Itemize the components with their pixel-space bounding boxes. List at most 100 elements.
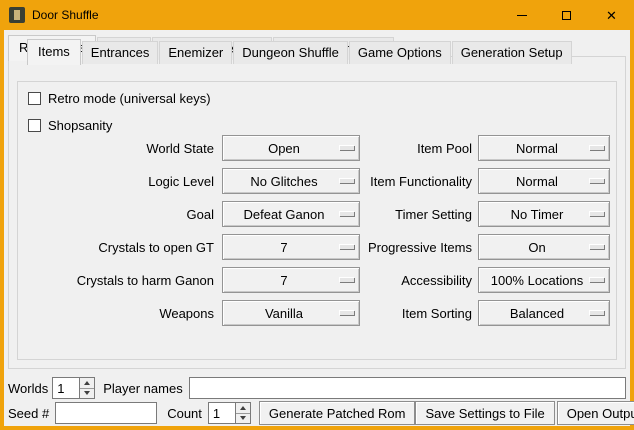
timer-setting-label: Timer Setting — [360, 207, 472, 222]
field-row: Goal Defeat Ganon Timer Setting No Timer — [18, 200, 616, 228]
crystals-harm-ganon-label: Crystals to harm Ganon — [18, 273, 214, 288]
worlds-label: Worlds — [8, 381, 48, 396]
window-content: Randomize Adjust Starting Inventory Cust… — [4, 30, 630, 426]
item-functionality-dropdown[interactable]: Normal — [478, 168, 610, 194]
dropdown-value: 100% Locations — [491, 273, 598, 288]
world-state-dropdown[interactable]: Open — [222, 135, 360, 161]
field-row: Crystals to harm Ganon 7 Accessibility 1… — [18, 266, 616, 294]
crystals-open-gt-dropdown[interactable]: 7 — [222, 234, 360, 260]
crystals-harm-ganon-dropdown[interactable]: 7 — [222, 267, 360, 293]
dropdown-value: Vanilla — [265, 306, 317, 321]
maximize-button[interactable] — [544, 0, 589, 30]
dropdown-value: Normal — [516, 141, 572, 156]
field-row: Weapons Vanilla Item Sorting Balanced — [18, 299, 616, 327]
titlebar: Door Shuffle ✕ — [0, 0, 634, 30]
count-label: Count — [167, 406, 202, 421]
logic-level-label: Logic Level — [18, 174, 214, 189]
dropdown-indicator-icon — [339, 244, 354, 249]
dropdown-value: No Glitches — [250, 174, 331, 189]
dropdown-value: No Timer — [511, 207, 578, 222]
item-pool-label: Item Pool — [360, 141, 472, 156]
dropdown-value: 7 — [280, 240, 301, 255]
tab-entrances[interactable]: Entrances — [82, 41, 159, 64]
shopsanity-label: Shopsanity — [48, 118, 112, 133]
dropdown-indicator-icon — [339, 211, 354, 216]
progressive-items-dropdown[interactable]: On — [478, 234, 610, 260]
logic-level-dropdown[interactable]: No Glitches — [222, 168, 360, 194]
field-row: Logic Level No Glitches Item Functionali… — [18, 167, 616, 195]
player-names-label: Player names — [103, 381, 182, 396]
goal-label: Goal — [18, 207, 214, 222]
dropdown-indicator-icon — [339, 310, 354, 315]
spin-down-button[interactable] — [80, 389, 94, 399]
world-state-label: World State — [18, 141, 214, 156]
tab-items[interactable]: Items — [27, 39, 81, 65]
dropdown-indicator-icon — [589, 310, 604, 315]
field-row: World State Open Item Pool Normal — [18, 134, 616, 162]
accessibility-label: Accessibility — [360, 273, 472, 288]
progressive-items-label: Progressive Items — [360, 240, 472, 255]
player-names-input[interactable] — [189, 377, 626, 399]
item-sorting-dropdown[interactable]: Balanced — [478, 300, 610, 326]
item-sorting-label: Item Sorting — [360, 306, 472, 321]
app-window: Door Shuffle ✕ Randomize Adjust Starting… — [0, 0, 634, 430]
goal-dropdown[interactable]: Defeat Ganon — [222, 201, 360, 227]
dropdown-indicator-icon — [589, 178, 604, 183]
worlds-input[interactable] — [52, 377, 79, 399]
dropdown-value: Defeat Ganon — [244, 207, 339, 222]
tab-enemizer[interactable]: Enemizer — [159, 41, 232, 64]
crystals-open-gt-label: Crystals to open GT — [18, 240, 214, 255]
dropdown-indicator-icon — [589, 211, 604, 216]
dropdown-indicator-icon — [589, 244, 604, 249]
accessibility-dropdown[interactable]: 100% Locations — [478, 267, 610, 293]
items-pane: Retro mode (universal keys) Shopsanity W… — [17, 81, 617, 360]
arrow-down-icon — [240, 416, 246, 420]
item-pool-dropdown[interactable]: Normal — [478, 135, 610, 161]
shopsanity-row: Shopsanity — [28, 115, 112, 135]
worlds-spin-buttons — [79, 377, 95, 399]
dropdown-value: On — [528, 240, 559, 255]
item-functionality-label: Item Functionality — [360, 174, 472, 189]
dropdown-indicator-icon — [589, 277, 604, 282]
spin-up-button[interactable] — [80, 378, 94, 389]
minimize-button[interactable] — [499, 0, 544, 30]
weapons-dropdown[interactable]: Vanilla — [222, 300, 360, 326]
count-spin-buttons — [235, 402, 251, 424]
field-row: Crystals to open GT 7 Progressive Items … — [18, 233, 616, 261]
save-settings-button[interactable]: Save Settings to File — [415, 401, 554, 425]
arrow-up-icon — [240, 406, 246, 410]
tab-game-options[interactable]: Game Options — [349, 41, 451, 64]
retro-mode-label: Retro mode (universal keys) — [48, 91, 211, 106]
spin-down-button[interactable] — [236, 414, 250, 424]
generate-patched-rom-button[interactable]: Generate Patched Rom — [259, 401, 416, 425]
minimize-icon — [517, 15, 527, 16]
close-button[interactable]: ✕ — [589, 0, 634, 30]
tab-dungeon-shuffle[interactable]: Dungeon Shuffle — [233, 41, 348, 64]
dropdown-indicator-icon — [339, 178, 354, 183]
worlds-row: Worlds Player names — [8, 376, 626, 400]
tab-generation-setup[interactable]: Generation Setup — [452, 41, 572, 64]
worlds-stepper — [52, 377, 95, 399]
count-input[interactable] — [208, 402, 235, 424]
retro-mode-checkbox[interactable] — [28, 92, 41, 105]
open-output-directory-button[interactable]: Open Output Directory — [557, 401, 634, 425]
app-icon — [9, 7, 25, 23]
spin-up-button[interactable] — [236, 403, 250, 414]
generate-row: Seed # Count Generate Patched Rom Save S… — [8, 401, 626, 425]
window-title: Door Shuffle — [32, 8, 99, 22]
retro-mode-row: Retro mode (universal keys) — [28, 88, 211, 108]
dropdown-value: Balanced — [510, 306, 578, 321]
sub-tabbar: Items Entrances Enemizer Dungeon Shuffle… — [27, 39, 573, 64]
randomize-pane: Items Entrances Enemizer Dungeon Shuffle… — [8, 56, 626, 369]
weapons-label: Weapons — [18, 306, 214, 321]
dropdown-value: Open — [268, 141, 314, 156]
seed-input[interactable] — [55, 402, 157, 424]
dropdown-indicator-icon — [339, 145, 354, 150]
arrow-up-icon — [84, 381, 90, 385]
count-stepper — [208, 402, 251, 424]
shopsanity-checkbox[interactable] — [28, 119, 41, 132]
timer-setting-dropdown[interactable]: No Timer — [478, 201, 610, 227]
dropdown-indicator-icon — [339, 277, 354, 282]
maximize-icon — [562, 11, 571, 20]
dropdown-indicator-icon — [589, 145, 604, 150]
